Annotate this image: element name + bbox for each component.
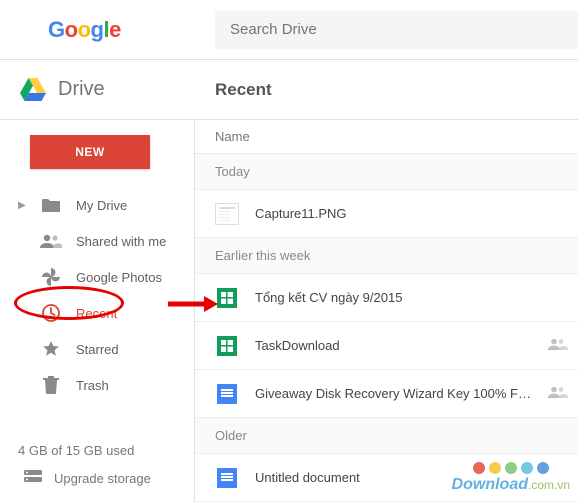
image-thumbnail-icon [215,202,239,226]
storage-usage: 4 GB of 15 GB used [18,443,194,458]
sidebar-item-shared[interactable]: Shared with me [0,223,194,259]
sidebar-item-label: My Drive [76,198,127,213]
trash-icon [40,376,62,394]
docs-icon [215,466,239,490]
file-row[interactable]: Tổng kết CV ngày 9/2015 [195,274,578,322]
column-header-name[interactable]: Name [195,120,578,154]
people-icon [40,234,62,248]
star-icon [40,340,62,358]
app-name: Drive [58,78,105,101]
sidebar-item-photos[interactable]: Google Photos [0,259,194,295]
sidebar-item-starred[interactable]: Starred [0,331,194,367]
storage-icon [24,470,42,487]
section-title: Recent [195,80,272,100]
sidebar-item-trash[interactable]: Trash [0,367,194,403]
sheets-icon [215,334,239,358]
sidebar-item-label: Trash [76,378,109,393]
file-name: TaskDownload [255,338,532,353]
search-input[interactable] [215,11,578,49]
google-logo[interactable]: Google [0,17,195,43]
sidebar-item-label: Google Photos [76,270,162,285]
drive-icon [20,78,46,101]
expand-icon[interactable]: ▶ [18,200,26,211]
file-name: Giveaway Disk Recovery Wizard Key 100% F… [255,386,532,401]
new-button[interactable]: NEW [30,135,150,169]
clock-icon [40,304,62,322]
file-name: Capture11.PNG [255,206,578,221]
group-header: Today [195,154,578,190]
file-name: Tổng kết CV ngày 9/2015 [255,290,578,305]
file-row[interactable]: Untitled document [195,454,578,502]
sidebar-item-my-drive[interactable]: ▶ My Drive [0,187,194,223]
group-header: Earlier this week [195,238,578,274]
file-name: Untitled document [255,470,578,485]
shared-icon [548,385,568,403]
file-row[interactable]: Capture11.PNG [195,190,578,238]
upgrade-storage[interactable]: Upgrade storage [18,470,194,487]
folder-icon [40,197,62,213]
docs-icon [215,382,239,406]
drive-home[interactable]: Drive [0,78,195,101]
sheets-icon [215,286,239,310]
upgrade-label: Upgrade storage [54,471,151,486]
shared-icon [548,337,568,355]
file-row[interactable]: TaskDownload [195,322,578,370]
group-header: Older [195,418,578,454]
sidebar-item-label: Recent [76,306,117,321]
photos-icon [40,268,62,286]
file-row[interactable]: Giveaway Disk Recovery Wizard Key 100% F… [195,370,578,418]
sidebar-item-label: Shared with me [76,234,166,249]
sidebar-item-recent[interactable]: Recent [0,295,194,331]
sidebar-item-label: Starred [76,342,119,357]
